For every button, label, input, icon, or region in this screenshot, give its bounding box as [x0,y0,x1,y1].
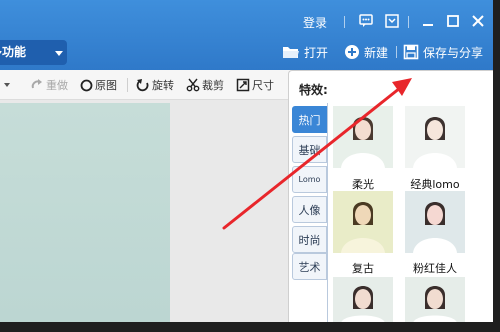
size-button[interactable]: 尺寸 [236,77,274,93]
effect-thumbnail-classic-lomo[interactable] [405,106,465,168]
close-icon[interactable] [470,13,486,29]
open-button[interactable]: 打开 [282,42,328,62]
category-tab-basic[interactable]: 基础 [292,136,327,163]
photo-edge-shadow [0,103,170,322]
chevron-down-icon [4,83,10,87]
effect-thumbnail[interactable] [333,277,393,322]
category-tab-fashion[interactable]: 时尚 [292,226,327,253]
minimize-icon[interactable] [420,13,436,29]
plus-circle-icon [345,45,359,59]
category-label: 人像 [298,203,321,217]
category-tab-hot[interactable]: 热门 [292,106,327,133]
redo-icon [31,79,42,89]
folder-icon [283,46,299,58]
message-icon[interactable] [358,13,374,29]
photo-canvas[interactable] [0,100,290,322]
skin-icon[interactable] [384,13,400,29]
rotate-button[interactable]: 旋转 [136,77,174,93]
crop-button[interactable]: 裁剪 [186,77,224,93]
effect-label: 粉红佳人 [413,262,457,275]
effect-label: 复古 [352,262,374,275]
login-link[interactable]: 登录 [303,14,327,31]
maximize-icon[interactable] [445,13,461,29]
menu-tab-label: 多功能 [0,45,27,59]
category-rail [327,103,328,322]
resize-icon [236,78,250,92]
effects-title: 特效: [299,83,328,97]
screenshot-frame: 登录 多功能 打开 新建 [0,0,500,332]
category-label: Lomo [298,175,321,184]
chevron-down-icon [55,51,63,56]
effect-thumbnail-pink-lady[interactable] [405,191,465,253]
open-label: 打开 [304,45,329,60]
effect-label: 柔光 [352,178,374,191]
size-label: 尺寸 [252,79,274,92]
effect-thumbnail-retro[interactable] [333,191,393,253]
original-label: 原图 [95,79,117,92]
photo-editor-window: 登录 多功能 打开 新建 [0,0,493,322]
category-tab-portrait[interactable]: 人像 [292,196,327,223]
undo-dropdown[interactable] [3,77,11,93]
effects-panel: 特效: 热门 基础 Lomo 人像 时尚 艺术 柔光 经典lomo 复古 粉红佳… [288,70,493,322]
effect-thumbnail-soft-light[interactable] [333,106,393,168]
rotate-label: 旋转 [152,79,174,92]
rotate-icon [136,79,149,92]
crop-label: 裁剪 [202,79,224,92]
redo-button[interactable]: 重做 [30,77,68,93]
category-label: 热门 [298,113,321,127]
category-label: 艺术 [298,260,321,274]
edit-toolbar: 重做 原图 旋转 裁剪 尺寸 [0,70,290,100]
scissors-icon [186,78,200,92]
action-separator [396,46,397,58]
save-share-button[interactable]: 保存与分享 [403,42,483,62]
save-icon [403,44,419,60]
category-label: 基础 [298,143,321,157]
category-tab-art[interactable]: 艺术 [292,253,327,280]
redo-label: 重做 [46,79,68,92]
original-button[interactable]: 原图 [80,77,117,93]
effect-label: 经典lomo [410,178,460,191]
new-label: 新建 [364,45,389,60]
category-label: 时尚 [298,233,321,247]
effect-thumbnail[interactable] [405,277,465,322]
circle-icon [80,79,93,91]
title-bar: 登录 多功能 打开 新建 [0,0,493,70]
title-separator [344,16,345,28]
menu-tab[interactable]: 多功能 [0,40,67,65]
title-separator [408,16,409,28]
new-button[interactable]: 新建 [344,42,388,62]
save-share-label: 保存与分享 [423,45,484,60]
toolbar-separator [127,78,128,92]
category-tab-lomo[interactable]: Lomo [292,166,327,193]
